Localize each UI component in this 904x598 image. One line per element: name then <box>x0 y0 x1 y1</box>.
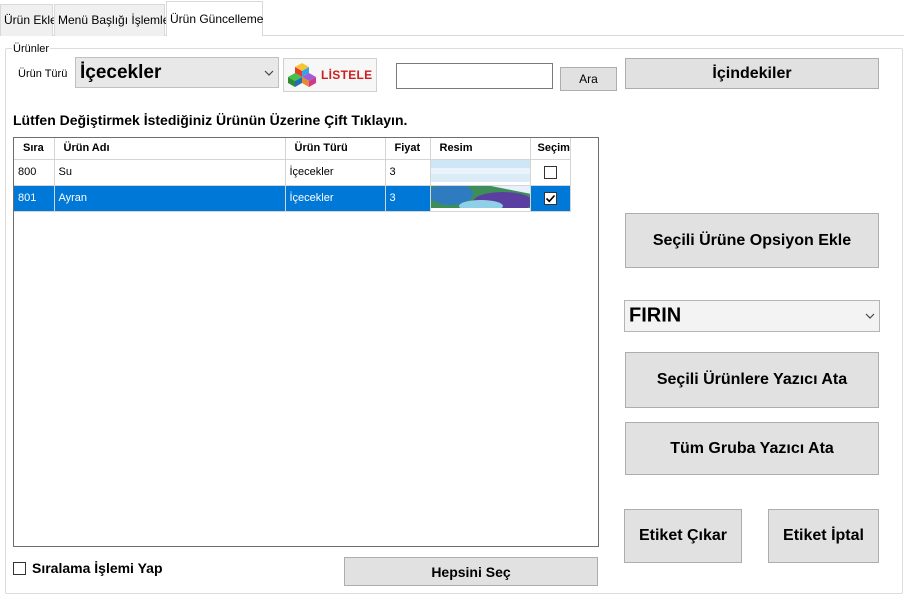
column-header[interactable]: Ürün Adı <box>54 138 286 160</box>
product-image <box>430 185 529 210</box>
product-image <box>430 159 529 182</box>
add-option-button[interactable]: Seçili Ürüne Opsiyon Ekle <box>625 213 879 268</box>
update-panel: Ürünler Ürün Türü İçecekler LİSTELE Ara … <box>0 36 904 598</box>
chevron-down-icon <box>865 313 875 319</box>
column-header[interactable]: Fiyat <box>385 138 431 160</box>
products-table: Sıra Ürün Adı Ürün Türü Fiyat Resim Seçi… <box>14 138 571 212</box>
cell-fiyat: 3 <box>385 159 431 186</box>
label-print-button-label: Etiket Çıkar <box>638 527 728 544</box>
chevron-down-icon <box>264 70 274 76</box>
label-cancel-button-label: Etiket İptal <box>783 527 864 544</box>
column-header[interactable]: Ürün Türü <box>285 138 386 160</box>
products-grid[interactable]: Sıra Ürün Adı Ürün Türü Fiyat Resim Seçi… <box>13 137 599 547</box>
cell-secim[interactable] <box>530 159 571 186</box>
group-printer-button-label: Tüm Gruba Yazıcı Ata <box>670 439 834 457</box>
label-print-button[interactable]: Etiket Çıkar <box>624 509 742 563</box>
cell-resim <box>430 159 531 186</box>
add-option-button-label: Seçili Ürüne Opsiyon Ekle <box>652 231 852 249</box>
assign-printer-button-label: Seçili Ürünlere Yazıcı Ata <box>656 371 848 388</box>
table-row[interactable]: 801 Ayran İçecekler 3 <box>14 185 571 212</box>
tab-label: Menü Başlığı İşlemleri <box>58 13 177 27</box>
cell-fiyat: 3 <box>385 185 431 212</box>
contents-button-label: İçindekiler <box>712 64 792 82</box>
search-button-label: Ara <box>579 72 598 86</box>
cell-sira: 801 <box>14 185 55 212</box>
listele-button[interactable]: LİSTELE <box>283 58 377 92</box>
tab-urun-ekle[interactable]: Ürün Ekle <box>0 4 57 36</box>
instruction-text: Lütfen Değiştirmek İstediğiniz Ürünün Üz… <box>13 112 408 128</box>
cell-urun-adi: Su <box>54 159 286 186</box>
tab-label: Ürün Ekle <box>4 13 57 27</box>
tab-menu-basligi[interactable]: Menü Başlığı İşlemleri <box>54 4 176 36</box>
group-printer-button[interactable]: Tüm Gruba Yazıcı Ata <box>625 422 879 475</box>
row-select-checkbox[interactable] <box>543 191 557 205</box>
cell-urun-turu: İçecekler <box>285 185 386 212</box>
product-type-select[interactable]: İçecekler <box>75 57 279 88</box>
table-row[interactable]: 800 Su İçecekler 3 <box>14 159 571 186</box>
assign-printer-button[interactable]: Seçili Ürünlere Yazıcı Ata <box>625 352 879 408</box>
row-select-checkbox[interactable] <box>543 165 557 179</box>
cell-secim[interactable] <box>530 185 571 212</box>
cell-sira: 800 <box>14 159 55 186</box>
column-header[interactable]: Resim <box>430 138 531 160</box>
sort-checkbox-label: Sıralama İşlemi Yap <box>32 560 163 576</box>
sort-checkbox-box[interactable] <box>13 561 26 575</box>
product-type-value: İçecekler <box>80 61 162 83</box>
printer-select-value: FIRIN <box>629 304 682 327</box>
table-header-row: Sıra Ürün Adı Ürün Türü Fiyat Resim Seçi… <box>14 138 571 160</box>
column-header[interactable]: Sıra <box>14 138 55 160</box>
tab-label: Ürün Güncelleme <box>170 12 264 26</box>
cell-resim <box>430 185 531 212</box>
cell-urun-turu: İçecekler <box>285 159 386 186</box>
products-group-legend: Ürünler <box>12 43 51 55</box>
search-input[interactable] <box>396 63 553 89</box>
tab-urun-guncelleme[interactable]: Ürün Güncelleme <box>166 1 263 37</box>
cell-urun-adi: Ayran <box>54 185 286 212</box>
checkmark-icon <box>545 194 555 202</box>
column-header[interactable]: Seçim <box>530 138 571 160</box>
tab-strip: Ürün Ekle Menü Başlığı İşlemleri Ürün Gü… <box>0 0 904 37</box>
product-type-label: Ürün Türü <box>18 68 68 80</box>
search-button[interactable]: Ara <box>560 67 617 91</box>
select-all-button-label: Hepsini Seç <box>431 563 511 580</box>
sort-checkbox[interactable]: Sıralama İşlemi Yap <box>13 560 163 576</box>
printer-select[interactable]: FIRIN <box>624 300 880 332</box>
select-all-button[interactable]: Hepsini Seç <box>344 557 598 586</box>
label-cancel-button[interactable]: Etiket İptal <box>768 509 879 563</box>
listele-label: LİSTELE <box>321 68 373 82</box>
cubes-icon <box>288 63 316 87</box>
contents-button[interactable]: İçindekiler <box>625 58 879 89</box>
